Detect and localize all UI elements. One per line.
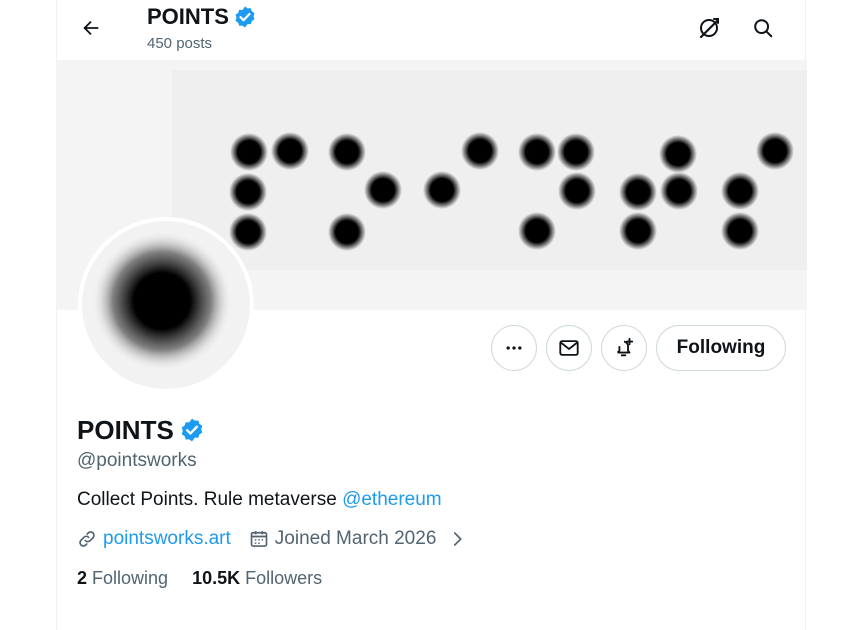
bell-plus-icon: [616, 337, 634, 357]
mail-icon: [559, 340, 579, 356]
bio-text: Collect Points. Rule metaverse: [77, 489, 343, 510]
post-count: 450 posts: [147, 35, 213, 52]
arrow-left-icon: [83, 20, 99, 36]
avatar-image: [82, 221, 250, 389]
joined-date: Joined March 2026: [274, 528, 437, 549]
search-button[interactable]: [743, 8, 783, 48]
verified-badge-icon[interactable]: [179, 417, 205, 443]
back-button[interactable]: [71, 8, 111, 48]
follow-stats: 2 Following 10.5K Followers: [77, 568, 322, 589]
profile-name-row: POINTS: [77, 414, 205, 446]
bio: Collect Points. Rule metaverse @ethereum: [77, 489, 442, 511]
more-icon: [506, 346, 522, 350]
notifications-button[interactable]: [601, 325, 647, 371]
avatar[interactable]: [78, 217, 254, 393]
following-count: 2: [77, 568, 88, 588]
more-button[interactable]: [491, 325, 537, 371]
chevron-right-icon: [454, 532, 462, 546]
joined-details-button[interactable]: [448, 530, 466, 548]
header-title: POINTS: [147, 4, 229, 29]
grok-button[interactable]: [689, 8, 729, 48]
profile-column: POINTS 450 posts Following POINTS @point…: [56, 0, 807, 630]
profile-meta: pointsworks.art Joined March 2026: [77, 528, 466, 550]
website-item: pointsworks.art: [77, 528, 231, 550]
website-link[interactable]: pointsworks.art: [103, 528, 231, 550]
bio-mention-link[interactable]: @ethereum: [342, 489, 442, 510]
link-icon: [79, 531, 95, 547]
verified-badge-icon: [235, 6, 255, 28]
following-button[interactable]: Following: [656, 325, 786, 371]
handle: @pointsworks: [77, 450, 197, 471]
following-stat-link[interactable]: 2 Following: [77, 568, 168, 589]
followers-count: 10.5K: [192, 568, 241, 588]
followers-label: Followers: [245, 568, 323, 588]
message-button[interactable]: [546, 325, 592, 371]
calendar-icon: [250, 531, 268, 547]
followers-stat-link[interactable]: 10.5K Followers: [192, 568, 322, 589]
display-name: POINTS: [77, 415, 174, 445]
following-label: Following: [92, 568, 169, 588]
grok-icon: [699, 18, 720, 39]
top-bar: POINTS 450 posts: [57, 0, 807, 60]
joined-item: Joined March 2026: [249, 528, 467, 550]
search-icon: [754, 19, 773, 38]
header-title-block: POINTS 450 posts: [147, 3, 257, 52]
